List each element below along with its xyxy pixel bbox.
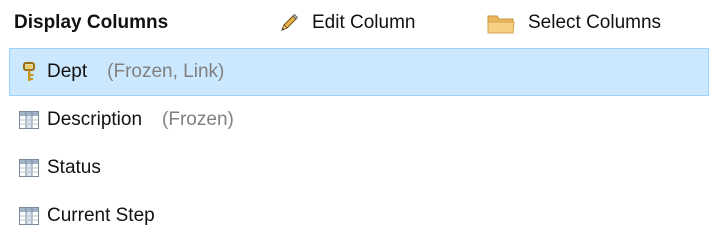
column-icon xyxy=(18,158,39,179)
select-columns-label: Select Columns xyxy=(528,12,662,33)
column-name: Current Step xyxy=(47,205,155,226)
edit-column-button[interactable]: Edit Column xyxy=(278,8,416,38)
column-row-status[interactable]: Status xyxy=(9,144,709,192)
folder-icon xyxy=(486,11,516,35)
column-name: Dept xyxy=(47,61,88,82)
select-columns-button[interactable]: Select Columns xyxy=(486,8,661,38)
column-icon xyxy=(18,110,39,131)
panel-header: Display Columns Edit Column Select Colum… xyxy=(0,0,710,46)
pencil-icon xyxy=(278,12,300,34)
column-name: Status xyxy=(47,157,101,178)
column-icon xyxy=(18,206,39,227)
column-row-dept[interactable]: Dept (Frozen, Link) xyxy=(9,48,709,96)
column-name: Description xyxy=(47,109,143,130)
column-note: (Frozen) xyxy=(162,109,234,130)
panel-title: Display Columns xyxy=(14,12,169,33)
columns-list: Dept (Frozen, Link) Description (Frozen) xyxy=(9,48,709,238)
column-row-description[interactable]: Description (Frozen) xyxy=(9,96,709,144)
display-columns-panel: Display Columns Edit Column Select Colum… xyxy=(0,0,710,245)
edit-column-label: Edit Column xyxy=(312,12,416,33)
column-note: (Frozen, Link) xyxy=(107,61,225,82)
key-icon xyxy=(18,62,39,83)
column-row-current-step[interactable]: Current Step xyxy=(9,192,709,240)
